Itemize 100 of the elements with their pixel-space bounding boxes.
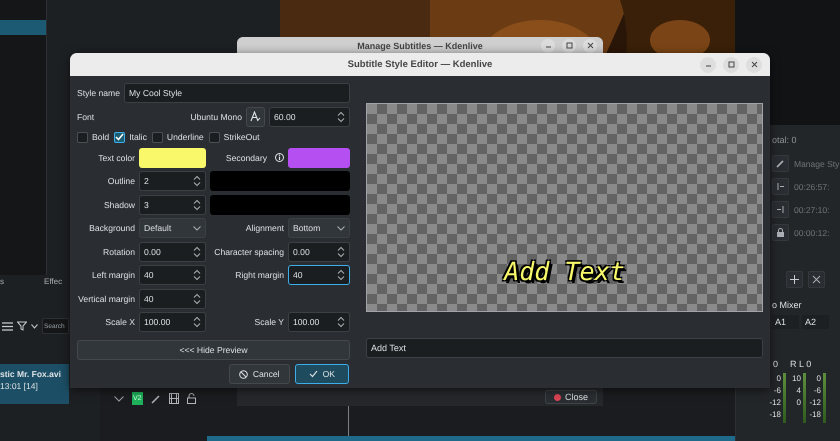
- color-swatch[interactable]: [210, 171, 350, 191]
- field-label: Scale Y: [254, 317, 284, 327]
- style-checkbox[interactable]: Italic: [114, 132, 147, 142]
- collapse-icon[interactable]: [114, 396, 124, 402]
- spin-arrows-icon: [337, 110, 345, 122]
- caret-icon[interactable]: [31, 324, 38, 328]
- clip-item[interactable]: stic Mr. Fox.avi 13:01 [14]: [0, 364, 69, 404]
- field-label: Alignment: [244, 223, 284, 233]
- meter-scale-label: -12: [769, 397, 781, 409]
- color-swatch[interactable]: [288, 148, 350, 168]
- maximize-icon: [728, 61, 734, 68]
- wand-icon[interactable]: [150, 394, 161, 404]
- spin-arrows-icon: [337, 246, 345, 258]
- meter-scale-label: 0: [776, 373, 781, 385]
- field-label: Shadow: [102, 200, 135, 210]
- spin-arrows-icon: [193, 175, 201, 187]
- subtitle-count: otal: 0: [772, 135, 798, 145]
- ok-button[interactable]: OK: [294, 364, 349, 384]
- close-button[interactable]: [583, 38, 597, 52]
- checkmark-icon: [115, 133, 124, 141]
- pencil-icon: [776, 159, 785, 168]
- font-name: Ubuntu Mono: [190, 112, 242, 122]
- close-button[interactable]: Close: [544, 390, 597, 404]
- maximize-icon: [566, 42, 572, 49]
- timecode-button[interactable]: [772, 201, 789, 218]
- field-label: Secondary: [226, 152, 267, 162]
- style-name-field[interactable]: My Cool Style: [124, 83, 350, 103]
- minimize-button[interactable]: [541, 38, 555, 52]
- panel-tab[interactable]: s: [0, 277, 4, 286]
- filter-icon[interactable]: [17, 321, 27, 331]
- close-button[interactable]: [746, 56, 762, 72]
- field-label: Rotation: [102, 246, 135, 256]
- style-checkbox[interactable]: Underline: [152, 132, 204, 142]
- cancel-button[interactable]: Cancel: [228, 364, 290, 384]
- balance-label: R L 0: [790, 359, 812, 369]
- info-icon: [275, 153, 284, 162]
- spinbox[interactable]: 0.00: [139, 242, 206, 262]
- timecode-button[interactable]: [772, 178, 789, 195]
- preview-text: Add Text: [504, 257, 625, 286]
- plus-icon: [790, 275, 799, 284]
- font-icon: [250, 111, 261, 122]
- menu-icon[interactable]: [2, 322, 13, 330]
- panel-title: o Mixer: [772, 300, 803, 310]
- field-label: Scale X: [104, 317, 135, 327]
- hide-preview-button[interactable]: <<< Hide Preview: [77, 340, 350, 360]
- field-label: Left margin: [91, 270, 135, 280]
- spin-arrows-icon: [193, 198, 201, 210]
- meter-scale-label: -6: [774, 385, 781, 397]
- meter-scale-label: -12: [809, 397, 821, 409]
- color-swatch[interactable]: [139, 148, 206, 168]
- lock-icon[interactable]: [186, 393, 196, 404]
- balance-label: 0: [773, 359, 778, 369]
- spinbox[interactable]: 40: [288, 265, 350, 285]
- color-swatch[interactable]: [210, 194, 350, 214]
- timeline-clip[interactable]: [207, 436, 735, 441]
- dropdown[interactable]: Default: [139, 218, 206, 238]
- cut-button[interactable]: [808, 271, 825, 288]
- lock-icon: [776, 228, 785, 237]
- spinbox[interactable]: 40: [139, 288, 206, 308]
- field-label: Right margin: [234, 270, 284, 280]
- field-label: Background: [88, 223, 135, 233]
- edit-button[interactable]: [772, 155, 789, 172]
- spinbox[interactable]: 100.00: [139, 312, 206, 332]
- field-label: Text color: [97, 152, 135, 162]
- close-icon: [750, 61, 758, 68]
- spinbox[interactable]: 2: [139, 171, 206, 191]
- spin-arrows-icon: [193, 292, 201, 304]
- level-meter: [803, 373, 806, 423]
- spin-arrows-icon: [337, 316, 345, 328]
- field-label: Outline: [106, 176, 135, 186]
- level-meter: [783, 373, 786, 423]
- close-icon: [586, 42, 594, 49]
- add-button[interactable]: [786, 271, 803, 288]
- meter-scale-label: 0: [796, 397, 801, 409]
- spinbox[interactable]: 40: [139, 265, 206, 285]
- meter-scale-label: -18: [769, 409, 781, 421]
- spinbox[interactable]: 100.00: [288, 312, 350, 332]
- dropdown[interactable]: Bottom: [288, 218, 350, 238]
- chevron-down-icon: [337, 226, 345, 230]
- style-checkbox[interactable]: StrikeOut: [208, 132, 260, 142]
- maximize-button[interactable]: [723, 56, 739, 72]
- check-icon: [308, 370, 318, 378]
- field-label: Character spacing: [213, 246, 284, 256]
- spinbox[interactable]: 3: [139, 194, 206, 214]
- film-icon[interactable]: [168, 393, 179, 404]
- spin-arrows-icon: [193, 246, 201, 258]
- lock-button[interactable]: [772, 224, 789, 241]
- spin-arrows-icon: [193, 316, 201, 328]
- channel-tab[interactable]: A2: [802, 315, 829, 329]
- window-title: Subtitle Style Editor — Kdenlive: [348, 59, 492, 70]
- meter-scale-label: 4: [796, 385, 801, 397]
- font-size-spinbox[interactable]: 60.00: [269, 106, 350, 126]
- set-in-icon: [776, 182, 785, 191]
- maximize-button[interactable]: [562, 38, 576, 52]
- channel-tab[interactable]: A1: [772, 315, 799, 329]
- font-button[interactable]: [246, 106, 265, 126]
- spinbox[interactable]: 0.00: [288, 242, 350, 262]
- style-checkbox[interactable]: Bold: [77, 132, 110, 142]
- panel-tab[interactable]: Effec: [44, 277, 62, 286]
- preview-text-field[interactable]: Add Text: [366, 338, 763, 358]
